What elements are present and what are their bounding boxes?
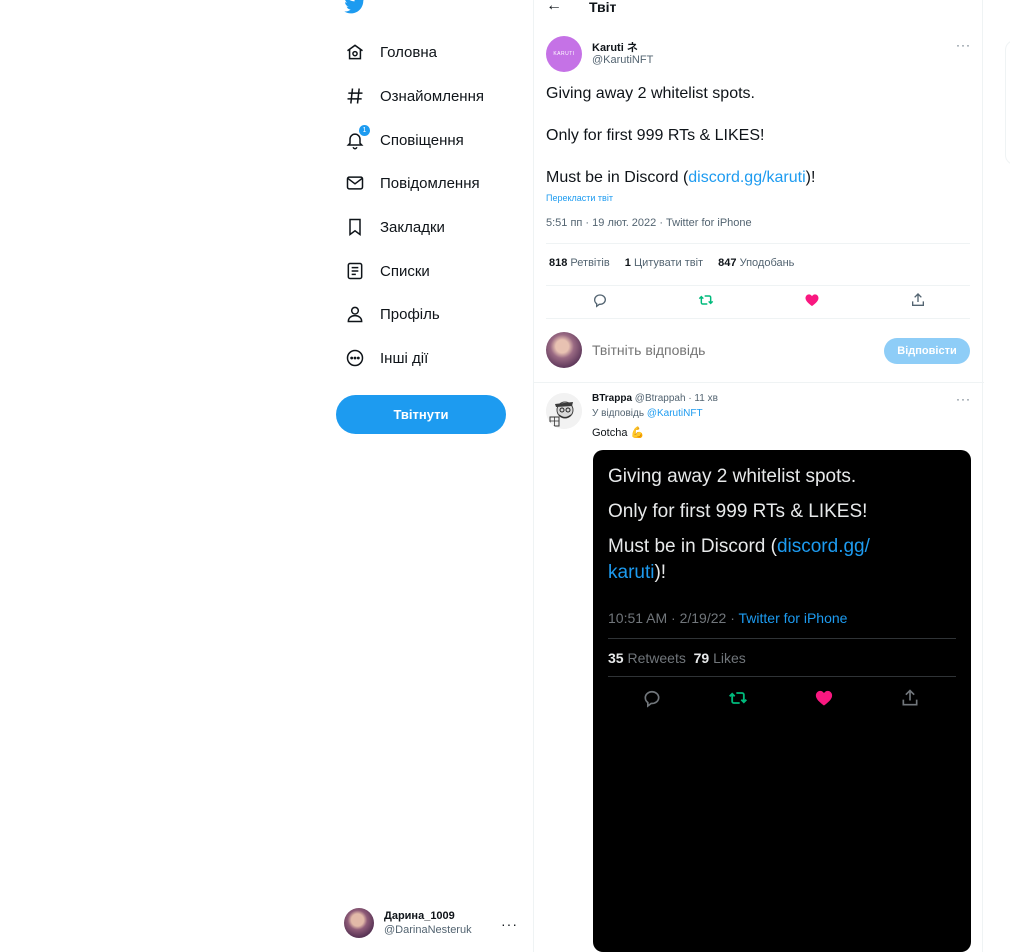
reply-input[interactable]: [592, 342, 872, 358]
reply-image[interactable]: Giving away 2 whitelist spots. Only for …: [593, 450, 971, 952]
bookmark-icon: [344, 216, 366, 238]
reply-author-handle: @Btrappah · 11 хв: [634, 393, 718, 404]
image-text-line: Only for first 999 RTs & LIKES!: [608, 501, 868, 522]
sidebar-item-label: Інші дії: [380, 349, 429, 367]
retweet-icon: [727, 687, 749, 709]
tweet-stats: 818 Ретвітів 1 Цитувати твіт 847 Уподоба…: [549, 257, 806, 269]
sidebar-item-label: Сповіщення: [380, 131, 464, 149]
tweet-meta[interactable]: 5:51 пп · 19 лют. 2022 · Twitter for iPh…: [546, 217, 752, 229]
more-icon[interactable]: ···: [956, 392, 971, 406]
image-stats: 35 Retweets 79 Likes: [608, 650, 746, 666]
avatar[interactable]: KARUTI: [546, 36, 582, 72]
page-header: ← Твіт: [534, 0, 984, 20]
avatar: [344, 908, 374, 938]
back-arrow-icon[interactable]: ←: [546, 0, 562, 15]
sidebar-item-messages[interactable]: Повідомлення: [344, 169, 480, 197]
share-icon[interactable]: [908, 290, 928, 310]
image-text-line: Giving away 2 whitelist spots.: [608, 466, 857, 487]
divider: [608, 676, 956, 677]
mention-link[interactable]: @KarutiNFT: [647, 408, 703, 419]
sidebar-item-lists[interactable]: Списки: [344, 257, 430, 285]
sidebar-item-more[interactable]: Інші дії: [344, 344, 428, 372]
sidebar-item-home[interactable]: Головна: [344, 38, 437, 66]
author-name[interactable]: Karuti ネ: [592, 39, 638, 55]
sidebar-item-profile[interactable]: Профіль: [344, 300, 440, 328]
image-meta: 10:51 AM · 2/19/22 · Twitter for iPhone: [608, 610, 848, 626]
bell-icon: 1: [344, 125, 370, 151]
reply-author-name: BTrappa: [592, 393, 633, 404]
tweet-text-prefix: Must be in Discord (: [546, 169, 689, 186]
reply-button[interactable]: Відповісти: [884, 338, 970, 364]
avatar: [546, 332, 582, 368]
main-column: ← Твіт KARUTI Karuti ネ @KarutiNFT ··· Gi…: [533, 0, 984, 952]
likes-stat[interactable]: 847 Уподобань: [718, 257, 794, 269]
twitter-bird-icon[interactable]: [344, 0, 368, 18]
divider: [546, 285, 970, 286]
sidebar-item-bookmarks[interactable]: Закладки: [344, 213, 445, 241]
more-icon[interactable]: ···: [501, 916, 518, 932]
image-text-line: Must be in Discord (discord.gg/: [608, 536, 870, 557]
divider: [546, 243, 970, 244]
sidebar-item-label: Головна: [380, 43, 437, 61]
sidebar-item-label: Повідомлення: [380, 174, 480, 192]
mail-icon: [344, 172, 366, 194]
account-switcher[interactable]: Дарина_1009 @DarinaNesteruk ···: [344, 906, 524, 940]
account-handle: @DarinaNesteruk: [384, 924, 472, 936]
sidebar-item-label: Профіль: [380, 305, 440, 323]
more-icon[interactable]: ···: [956, 38, 971, 52]
page-title: Твіт: [589, 0, 617, 15]
tweet-text-suffix: )!: [805, 169, 816, 186]
divider: [534, 382, 984, 383]
left-sidebar: Головна Ознайомлення 1 Сповіщення Повідо…: [330, 0, 520, 952]
right-panel-fragment: [1005, 40, 1010, 165]
hashtag-icon: [344, 85, 366, 107]
like-icon[interactable]: [802, 290, 822, 310]
divider: [546, 318, 970, 319]
reply-icon: [641, 687, 663, 709]
author-handle[interactable]: @KarutiNFT: [592, 54, 653, 66]
quotes-stat[interactable]: 1 Цитувати твіт: [625, 257, 703, 269]
list-icon: [344, 260, 366, 282]
translate-link[interactable]: Перекласти твіт: [546, 193, 613, 203]
home-icon: [344, 41, 366, 63]
divider: [608, 638, 956, 639]
reply-text: Gotcha 💪: [592, 427, 645, 439]
person-icon: [344, 303, 366, 325]
sidebar-item-label: Закладки: [380, 218, 445, 236]
replying-to: У відповідь @KarutiNFT: [592, 408, 703, 419]
notification-badge: 1: [359, 125, 370, 136]
avatar[interactable]: [546, 393, 582, 429]
like-icon: [813, 687, 835, 709]
share-icon: [899, 687, 921, 709]
tweet-text-line: Must be in Discord (discord.gg/karuti)!: [546, 169, 815, 187]
more-circle-icon: [344, 347, 366, 369]
sidebar-item-label: Списки: [380, 262, 430, 280]
reply-icon[interactable]: [590, 290, 610, 310]
tweet-button[interactable]: Твітнути: [336, 395, 506, 434]
tweet-text-line: Giving away 2 whitelist spots.: [546, 85, 755, 102]
image-text-line: karuti)!: [608, 562, 667, 583]
sidebar-item-explore[interactable]: Ознайомлення: [344, 82, 484, 110]
retweet-icon[interactable]: [696, 290, 716, 310]
sidebar-item-notifications[interactable]: 1 Сповіщення: [344, 125, 464, 154]
sidebar-item-label: Ознайомлення: [380, 87, 484, 105]
discord-link[interactable]: discord.gg/karuti: [688, 169, 805, 186]
tweet-text-line: Only for first 999 RTs & LIKES!: [546, 127, 765, 144]
reply-author[interactable]: BTrappa @Btrappah · 11 хв: [592, 393, 718, 404]
retweets-stat[interactable]: 818 Ретвітів: [549, 257, 610, 269]
account-name: Дарина_1009: [384, 910, 455, 922]
